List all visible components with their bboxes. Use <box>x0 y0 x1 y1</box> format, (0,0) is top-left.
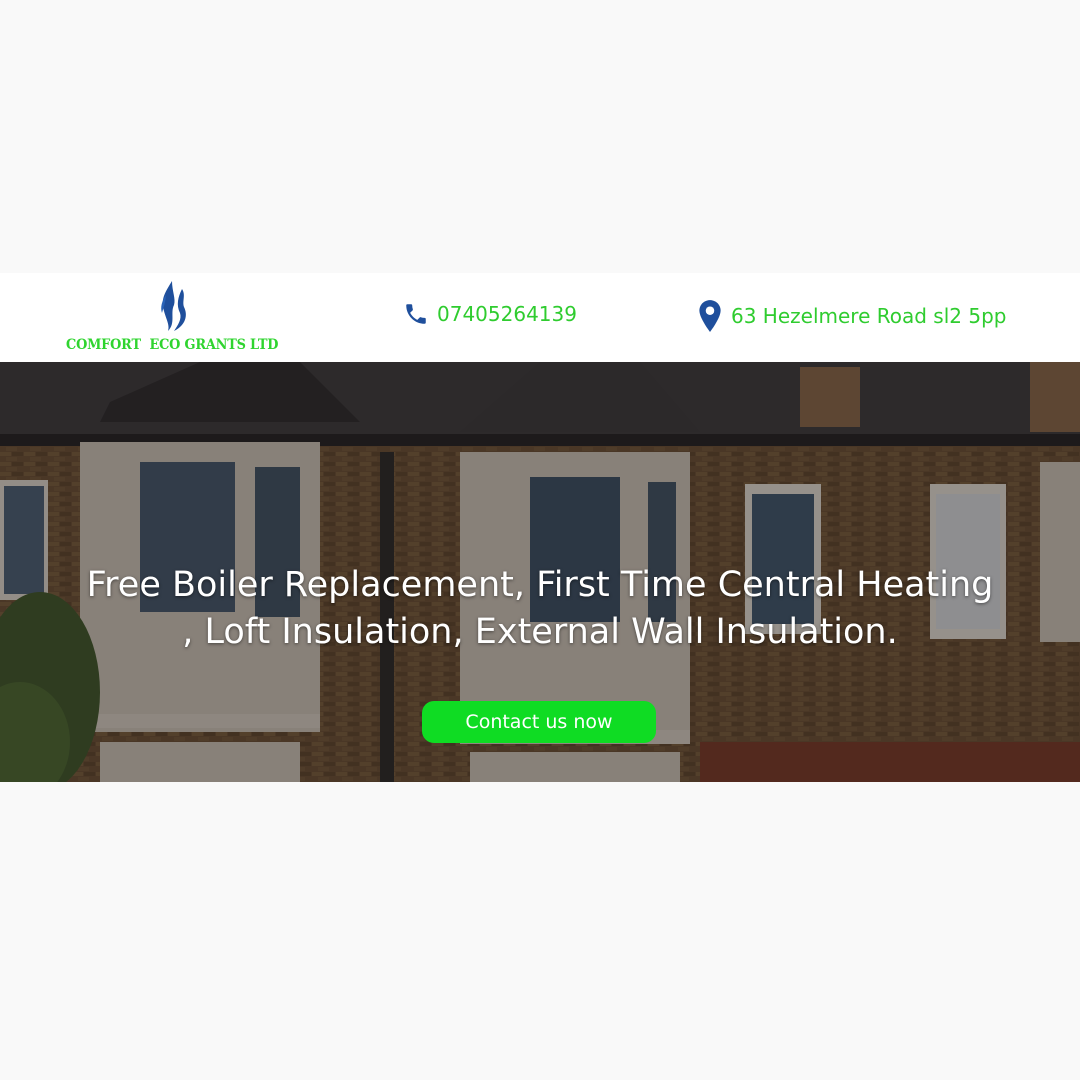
map-pin-icon <box>699 300 721 332</box>
hero-headline: Free Boiler Replacement, First Time Cent… <box>20 562 1060 656</box>
hero-banner: Free Boiler Replacement, First Time Cent… <box>0 362 1080 782</box>
site-header: COMFORT ECO GRANTS LTD 07405264139 63 He… <box>0 273 1080 362</box>
phone-contact[interactable]: 07405264139 <box>403 301 577 327</box>
phone-icon <box>406 304 426 324</box>
logo-text: COMFORT ECO GRANTS LTD <box>66 337 279 353</box>
headline-line-1: Free Boiler Replacement, First Time Cent… <box>86 565 994 605</box>
company-logo[interactable]: COMFORT ECO GRANTS LTD <box>60 279 278 357</box>
flame-logo-icon <box>161 281 186 331</box>
address-text: 63 Hezelmere Road sl2 5pp <box>731 304 1007 328</box>
phone-number: 07405264139 <box>437 302 577 326</box>
contact-us-button[interactable]: Contact us now <box>422 701 656 743</box>
headline-line-2: , Loft Insulation, External Wall Insulat… <box>182 612 898 652</box>
address-contact[interactable]: 63 Hezelmere Road sl2 5pp <box>697 299 1006 333</box>
page: COMFORT ECO GRANTS LTD 07405264139 63 He… <box>0 0 1080 1080</box>
